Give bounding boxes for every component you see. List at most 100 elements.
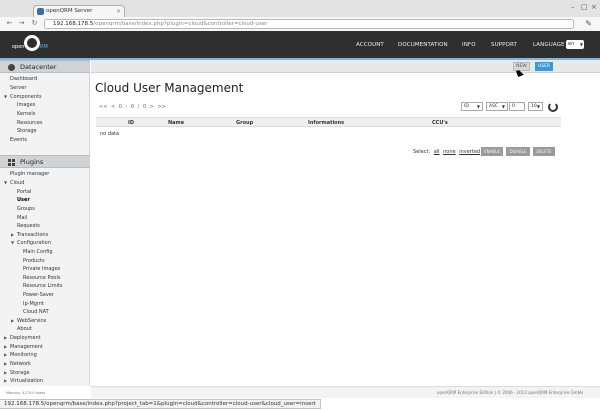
expanded-triangle-icon[interactable]: ▼ (4, 94, 7, 99)
enable-button[interactable]: ENABLE (481, 147, 503, 156)
sidebar-item-resources[interactable]: Resources (17, 120, 43, 126)
datacenter-title: Datacenter (20, 63, 57, 71)
limit-value: 10 (531, 104, 537, 109)
tab-title: openQRM Server (46, 8, 93, 14)
column-id[interactable]: ID (128, 120, 134, 126)
collapsed-triangle-icon[interactable]: ▶ (11, 232, 14, 237)
sidebar-item-private-images[interactable]: Private Images (23, 266, 60, 272)
sidebar-item-monitoring[interactable]: Monitoring (10, 352, 37, 358)
sidebar-item-ip-mgmt[interactable]: Ip-Mgmt (23, 301, 44, 307)
sidebar-item-server[interactable]: Server (10, 85, 26, 91)
sidebar-item-products[interactable]: Products (23, 258, 45, 264)
minimize-icon[interactable]: – (571, 3, 575, 11)
collapsed-triangle-icon[interactable]: ▶ (4, 344, 7, 349)
select-all-link[interactable]: all (434, 149, 440, 155)
sidebar-item-virtualization[interactable]: Virtualization (10, 378, 43, 384)
select-none-link[interactable]: none (443, 149, 455, 155)
sidebar-item-requests[interactable]: Requests (17, 223, 40, 229)
offset-input[interactable]: 0 (509, 102, 525, 111)
column-ccus[interactable]: CCU's (432, 120, 448, 126)
logo-rm-text: RM (40, 44, 48, 50)
memory-text: Memory: 4279.9 bytes (6, 391, 46, 395)
collapsed-triangle-icon[interactable]: ▶ (4, 370, 7, 375)
sidebar-item-plugin-manager[interactable]: Plugin manager (10, 171, 49, 177)
sidebar-item-resource-limits[interactable]: Resource Limits (23, 283, 63, 289)
select-inverted-link[interactable]: inverted (459, 149, 480, 155)
sidebar-item-main-config[interactable]: Main Config (23, 249, 53, 255)
sidebar-item-management[interactable]: Management (10, 344, 43, 350)
collapsed-triangle-icon[interactable]: ▶ (4, 378, 7, 383)
nav-account[interactable]: ACCOUNT (356, 42, 384, 48)
expanded-triangle-icon[interactable]: ▼ (11, 240, 14, 245)
url-path: /openqrm/base/index.php?plugin=cloud&con… (93, 21, 268, 27)
back-arrow-icon[interactable]: ← (4, 18, 15, 29)
copyright-text: openQRM Enterprise Edition | © 2006 - 20… (437, 390, 584, 395)
collapsed-triangle-icon[interactable]: ▶ (4, 335, 7, 340)
sidebar-item-transactions[interactable]: Transactions (17, 232, 48, 238)
collapsed-triangle-icon[interactable]: ▶ (4, 352, 7, 357)
sidebar-item-mail[interactable]: Mail (17, 215, 27, 221)
collapsed-triangle-icon[interactable]: ▶ (4, 361, 7, 366)
nav-info[interactable]: INFO (462, 42, 476, 48)
forward-arrow-icon[interactable]: → (16, 18, 27, 29)
tab-close-icon[interactable]: × (116, 6, 121, 17)
delete-button[interactable]: DELETE (533, 147, 555, 156)
sidebar-item-components[interactable]: Components (10, 94, 42, 100)
plugins-header[interactable]: Plugins (0, 155, 90, 168)
logo-open-text: open (12, 44, 25, 50)
sidebar-item-power-saver[interactable]: Power-Saver (23, 292, 54, 298)
sidebar-item-webservice[interactable]: WebService (17, 318, 46, 324)
datacenter-header[interactable]: Datacenter (0, 60, 90, 73)
nav-documentation[interactable]: DOCUMENTATION (398, 42, 448, 48)
chevron-down-icon: ▼ (579, 42, 583, 47)
sidebar-item-events[interactable]: Events (10, 137, 27, 143)
language-select[interactable]: en ▼ (566, 40, 584, 49)
app-header: open RM ACCOUNT DOCUMENTATION INFO SUPPO… (0, 31, 600, 58)
browser-chrome: openQRM Server × – ▢ × ← → ↻ 192.168.178… (0, 0, 600, 31)
nav-support[interactable]: SUPPORT (491, 42, 517, 48)
sidebar-item-storage-plugins[interactable]: Storage (10, 370, 30, 376)
reload-icon[interactable]: ↻ (29, 18, 40, 29)
sidebar-item-resource-pools[interactable]: Resource Pools (23, 275, 60, 281)
column-informations[interactable]: Informations (308, 120, 344, 126)
pagination[interactable]: << < 0 - 0 / 0 > >> (99, 104, 166, 110)
user-button[interactable]: USER (535, 62, 553, 71)
sort-order-value: ASC (489, 104, 499, 109)
sidebar-item-portal[interactable]: Portal (17, 189, 31, 195)
sidebar-item-groups[interactable]: Groups (17, 206, 35, 212)
browser-tab[interactable]: openQRM Server × (33, 5, 125, 17)
sidebar-item-dashboard[interactable]: Dashboard (10, 76, 37, 82)
openqrm-logo[interactable]: open RM (12, 35, 56, 55)
language-value: en (568, 41, 575, 47)
plugins-grid-icon (8, 159, 15, 166)
sidebar-item-deployment[interactable]: Deployment (10, 335, 41, 341)
sidebar-item-about[interactable]: About (17, 326, 32, 332)
expanded-triangle-icon[interactable]: ▼ (4, 180, 7, 185)
limit-select[interactable]: 10 ▼ (528, 102, 543, 111)
window-close-icon[interactable]: × (591, 3, 597, 11)
sidebar-item-configuration[interactable]: Configuration (17, 240, 51, 246)
chevron-down-icon: ▼ (476, 104, 480, 109)
sidebar-item-storage[interactable]: Storage (17, 128, 37, 134)
sidebar-item-cloud[interactable]: Cloud (10, 180, 24, 186)
refresh-icon[interactable] (548, 102, 558, 112)
collapsed-triangle-icon[interactable]: ▶ (11, 318, 14, 323)
sort-field-select[interactable]: ID ▼ (461, 102, 483, 111)
column-group[interactable]: Group (236, 120, 253, 126)
sidebar-item-network[interactable]: Network (10, 361, 31, 367)
sort-order-select[interactable]: ASC ▼ (486, 102, 508, 111)
sort-field-value: ID (464, 104, 469, 109)
disable-button[interactable]: DISABLE (506, 147, 530, 156)
wrench-icon[interactable]: ✎ (585, 19, 592, 28)
offset-value: 0 (512, 104, 515, 109)
table-header: ID Name Group Informations CCU's (96, 117, 561, 127)
plugins-title: Plugins (20, 158, 44, 166)
sidebar-item-kernels[interactable]: Kernels (17, 111, 35, 117)
sidebar-item-user[interactable]: User (17, 197, 30, 203)
sidebar-item-images[interactable]: Images (17, 102, 35, 108)
sidebar-item-cloud-nat[interactable]: Cloud NAT (23, 309, 49, 315)
maximize-icon[interactable]: ▢ (581, 3, 588, 11)
main-content: NEW USER Cloud User Management << < 0 - … (91, 60, 600, 386)
column-name[interactable]: Name (168, 120, 184, 126)
address-bar[interactable]: 192.168.178.5/openqrm/base/index.php?plu… (44, 19, 574, 29)
